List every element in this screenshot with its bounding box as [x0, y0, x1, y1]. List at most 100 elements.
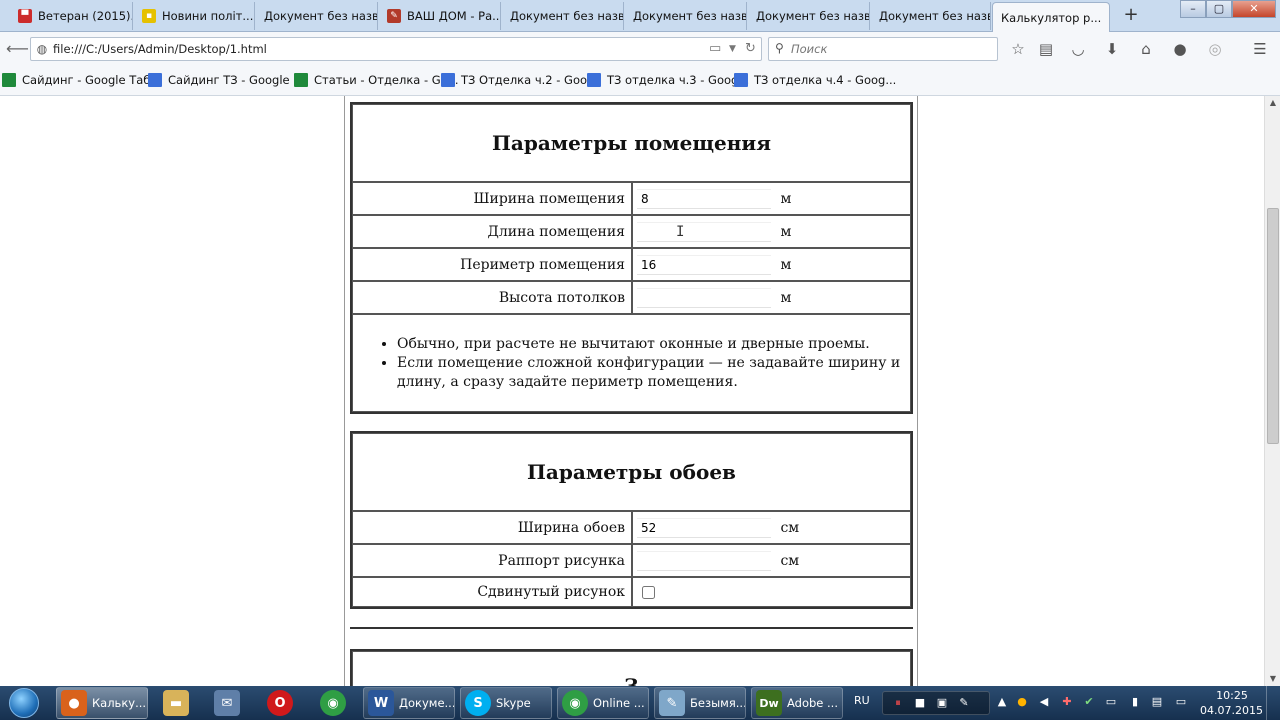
- ceiling-height-label: Высота потолков: [352, 281, 632, 314]
- show-desktop-button[interactable]: [1266, 686, 1280, 720]
- taskbar-chrome[interactable]: ◉: [311, 687, 355, 719]
- app-tray-icon[interactable]: ●: [1015, 695, 1029, 709]
- pause-icon[interactable]: ⏸: [891, 696, 905, 710]
- room-width-input[interactable]: [637, 188, 771, 209]
- taskbar-dreamweaver[interactable]: Dw Adobe ...: [751, 687, 843, 719]
- start-button[interactable]: [2, 686, 46, 720]
- tab-strip: ▀ Ветеран (2015)... ▪ Новини політ... До…: [0, 0, 1280, 32]
- bookmark-item[interactable]: Статьи - Отделка - Go...: [294, 73, 458, 87]
- download-icon[interactable]: ⬇: [1102, 39, 1122, 59]
- tab-label: Документ без назв...: [633, 9, 747, 23]
- tab-document-1[interactable]: Документ без назв...: [256, 2, 378, 30]
- bookmark-label: ТЗ отделка ч.4 - Goog...: [754, 73, 897, 87]
- room-perimeter-row: Периметр помещения м: [352, 248, 911, 281]
- scroll-down-arrow-icon[interactable]: ▼: [1265, 672, 1280, 686]
- volume-icon[interactable]: ◀: [1037, 695, 1051, 709]
- minimize-button[interactable]: –: [1180, 0, 1206, 18]
- menu-icon[interactable]: ☰: [1250, 39, 1270, 59]
- bookmarks-list-icon[interactable]: ▤: [1036, 39, 1056, 59]
- taskbar-mail[interactable]: ✉: [205, 687, 249, 719]
- bookmark-item[interactable]: Сайдинг ТЗ - Google ...: [148, 73, 304, 87]
- pattern-repeat-row: Раппорт рисунка см: [352, 544, 911, 577]
- tab-news[interactable]: ▪ Новини політ...: [134, 2, 255, 30]
- new-tab-button[interactable]: +: [1120, 4, 1142, 26]
- taskbar-opera[interactable]: O: [258, 687, 302, 719]
- url-text[interactable]: file:///C:/Users/Admin/Desktop/1.html: [53, 42, 267, 56]
- bookmark-label: Статьи - Отделка - Go...: [314, 73, 459, 87]
- spreadsheet-icon: [2, 73, 16, 87]
- stop-icon[interactable]: ■: [913, 696, 927, 710]
- scrollbar-thumb[interactable]: [1267, 208, 1279, 444]
- taskbar-label: Докуме...: [399, 696, 455, 710]
- flag-tray-icon[interactable]: ▭: [1174, 695, 1188, 709]
- scroll-up-arrow-icon[interactable]: ▲: [1265, 96, 1280, 110]
- tab-document-2[interactable]: Документ без назв...: [502, 2, 624, 30]
- taskbar-notepad[interactable]: ✎ Безымя...: [654, 687, 746, 719]
- document-icon: [148, 73, 162, 87]
- screen-icon[interactable]: ▣: [935, 696, 949, 710]
- taskbar-label: Skype: [496, 696, 531, 710]
- antivirus-icon[interactable]: ✚: [1060, 695, 1074, 709]
- back-button[interactable]: ⟵: [6, 38, 29, 60]
- maximize-button[interactable]: ▢: [1206, 0, 1232, 18]
- tab-vash-dom[interactable]: ✎ ВАШ ДОМ - Ра...: [379, 2, 501, 30]
- shifted-pattern-checkbox[interactable]: [642, 585, 655, 599]
- wallpaper-width-input[interactable]: [637, 517, 771, 538]
- tab-calculator[interactable]: Калькулятор р... ✕: [992, 2, 1110, 32]
- tab-label: Документ без назв...: [510, 9, 624, 23]
- bookmark-item[interactable]: ТЗ отделка ч.4 - Goog...: [734, 73, 896, 87]
- bookmark-item[interactable]: ТЗ Отделка ч.2 - Goo...: [441, 73, 598, 87]
- taskbar-word[interactable]: W Докуме...: [363, 687, 455, 719]
- taskbar-chrome-online[interactable]: ◉ Online ...: [557, 687, 649, 719]
- chrome-icon: ◉: [320, 690, 346, 716]
- sync-icon[interactable]: ◎: [1205, 39, 1225, 59]
- show-hidden-icons-icon[interactable]: ▲: [995, 695, 1009, 709]
- bookmark-item[interactable]: Сайдинг - Google Таб...: [2, 73, 161, 87]
- room-perimeter-input[interactable]: [637, 254, 771, 275]
- home-icon[interactable]: ⌂: [1136, 39, 1156, 59]
- clock-date[interactable]: 04.07.2015: [1200, 704, 1263, 717]
- window-close-button[interactable]: ✕: [1232, 0, 1276, 18]
- spreadsheet-icon: [294, 73, 308, 87]
- room-length-input[interactable]: [637, 221, 771, 242]
- unit-label: см: [780, 519, 800, 536]
- pattern-repeat-input[interactable]: [637, 550, 771, 571]
- pocket-icon[interactable]: ◡: [1068, 39, 1088, 59]
- bookmark-label: ТЗ отделка ч.3 - Goog...: [607, 73, 750, 87]
- wallpaper-width-row: Ширина обоев см: [352, 511, 911, 544]
- tab-label: Новини політ...: [162, 9, 254, 23]
- taskbar-label: Кальку...: [92, 696, 147, 710]
- search-input[interactable]: [791, 41, 991, 57]
- taskbar-label: Adobe ...: [787, 696, 838, 710]
- dropdown-arrow-icon[interactable]: ▼: [729, 44, 736, 54]
- document-icon: [734, 73, 748, 87]
- power-icon[interactable]: ▤: [1150, 695, 1164, 709]
- draw-icon[interactable]: ✎: [957, 696, 971, 710]
- tab-document-3[interactable]: Документ без назв...: [625, 2, 747, 30]
- reload-icon[interactable]: ↻: [745, 41, 756, 56]
- bookmark-item[interactable]: ТЗ отделка ч.3 - Goog...: [587, 73, 749, 87]
- opera-icon: O: [267, 690, 293, 716]
- clock-time[interactable]: 10:25: [1204, 689, 1260, 702]
- ceiling-height-input[interactable]: [637, 287, 771, 308]
- bookmark-label: ТЗ Отделка ч.2 - Goo...: [461, 73, 598, 87]
- network-icon[interactable]: ▮: [1128, 695, 1142, 709]
- firefox-icon: ●: [61, 690, 87, 716]
- checkmark-icon[interactable]: ✔: [1082, 695, 1096, 709]
- note-item: Обычно, при расчете не вычитают оконные …: [397, 335, 910, 354]
- chat-icon[interactable]: ●: [1170, 39, 1190, 59]
- url-bar[interactable]: ◍ file:///C:/Users/Admin/Desktop/1.html …: [30, 37, 762, 61]
- tab-veteran[interactable]: ▀ Ветеран (2015)...: [10, 2, 133, 30]
- tab-document-5[interactable]: Документ без назв...: [871, 2, 991, 30]
- chat-bubble-icon[interactable]: ▭: [1104, 695, 1118, 709]
- reader-view-icon[interactable]: ▭: [709, 41, 721, 56]
- tab-document-4[interactable]: Документ без назв...: [748, 2, 870, 30]
- search-bar[interactable]: ⚲: [768, 37, 998, 61]
- bookmark-star-icon[interactable]: ☆: [1008, 39, 1028, 59]
- windows-logo-icon: [9, 688, 39, 718]
- vertical-scrollbar[interactable]: ▲ ▼: [1264, 96, 1280, 686]
- taskbar-firefox[interactable]: ● Кальку...: [56, 687, 148, 719]
- language-indicator[interactable]: RU: [854, 694, 870, 707]
- taskbar-skype[interactable]: S Skype: [460, 687, 552, 719]
- taskbar-explorer[interactable]: ▬: [154, 687, 198, 719]
